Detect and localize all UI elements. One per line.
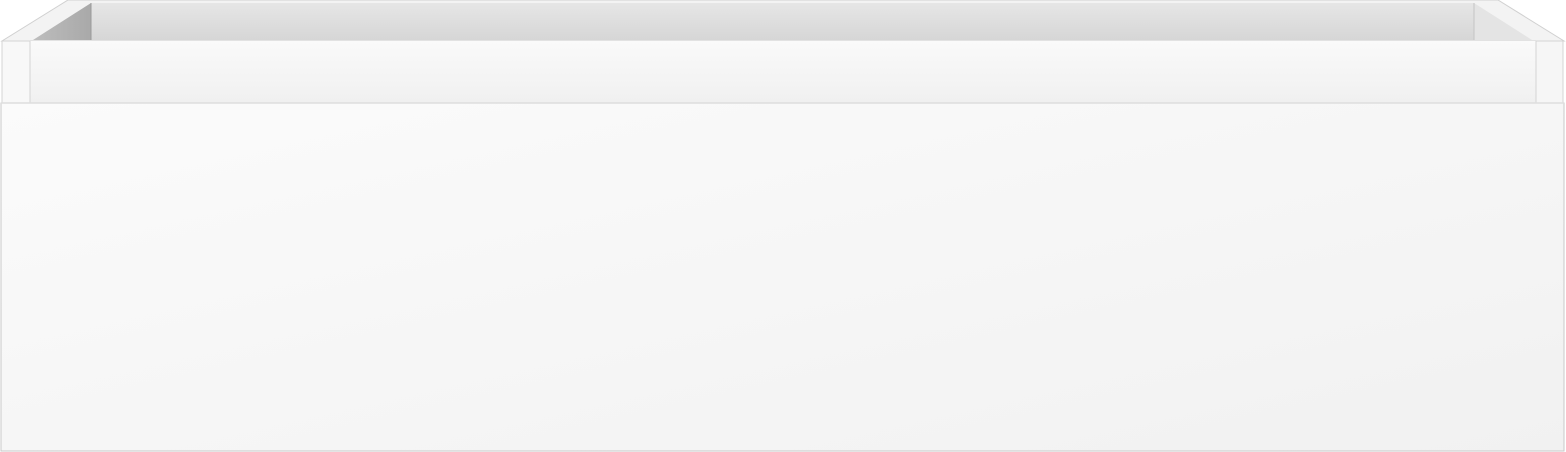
- right-side-strip: [1535, 40, 1564, 104]
- front-panel: [0, 102, 1565, 452]
- inner-front-face: [30, 40, 1536, 103]
- inner-back-wall: [91, 3, 1474, 40]
- box-drawing: [0, 0, 1566, 452]
- box-illustration: [0, 0, 1566, 452]
- left-side-strip: [1, 40, 31, 104]
